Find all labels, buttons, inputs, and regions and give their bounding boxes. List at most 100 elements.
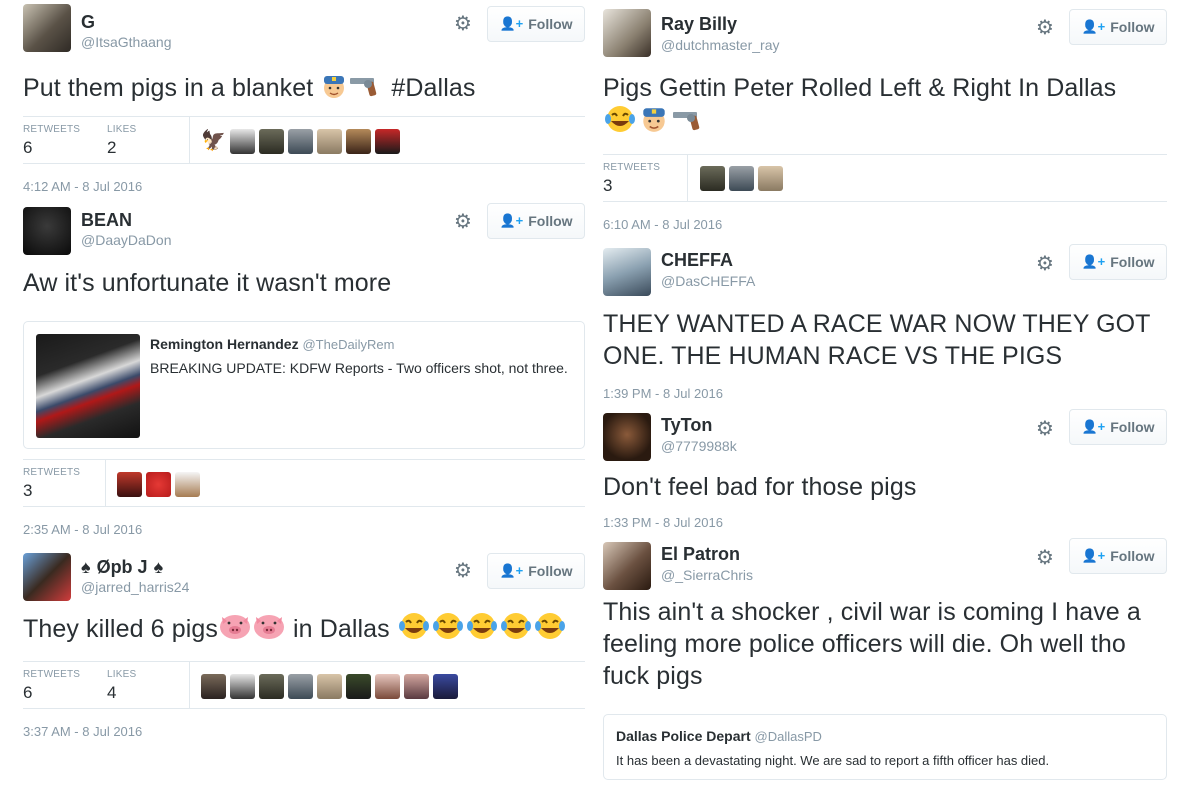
gear-icon[interactable]: ⚙: [1035, 18, 1055, 38]
mini-avatar[interactable]: [259, 674, 284, 699]
mini-avatar[interactable]: [375, 129, 400, 154]
quote-name: Dallas Police Depart: [616, 728, 751, 744]
mini-avatar[interactable]: [700, 166, 725, 191]
avatar[interactable]: [603, 542, 651, 590]
display-name[interactable]: BEAN: [81, 210, 132, 231]
gear-icon[interactable]: ⚙: [453, 561, 473, 581]
mini-avatar[interactable]: [230, 129, 255, 154]
user-handle[interactable]: @dutchmaster_ray: [661, 37, 779, 53]
tweet-text: This ain't a shocker , civil war is comi…: [603, 598, 1141, 690]
avatar[interactable]: [23, 553, 71, 601]
gear-icon[interactable]: ⚙: [453, 212, 473, 232]
follow-label: Follow: [1110, 254, 1155, 270]
mini-avatar[interactable]: [346, 129, 371, 154]
gear-icon[interactable]: ⚙: [1035, 548, 1055, 568]
user-handle[interactable]: @7779988k: [661, 438, 737, 454]
retweet-stat[interactable]: RETWEETS 6: [23, 669, 80, 703]
follow-button[interactable]: 👤+ Follow: [487, 6, 585, 42]
retweet-stat[interactable]: RETWEETS 3: [603, 162, 660, 196]
mini-avatar[interactable]: [758, 166, 783, 191]
mini-avatar[interactable]: [146, 472, 171, 497]
crying-laughing-emoji-row: [397, 613, 567, 643]
person-add-icon: 👤+: [499, 563, 524, 578]
liker-avatars: [201, 674, 458, 699]
follow-button[interactable]: 👤+ Follow: [487, 553, 585, 589]
mini-avatar[interactable]: [729, 166, 754, 191]
tweet-body-cont: in Dallas: [285, 615, 397, 643]
retweet-count: 6: [23, 138, 33, 157]
user-handle[interactable]: @ItsaGthaang: [81, 34, 172, 50]
retweet-stat[interactable]: RETWEETS 3: [23, 467, 80, 501]
like-stat[interactable]: LIKES 2: [107, 124, 136, 158]
tweet-body: Pigs Gettin Peter Rolled Left & Right In…: [603, 74, 1117, 102]
mini-avatar[interactable]: [230, 674, 255, 699]
gear-icon[interactable]: ⚙: [1035, 419, 1055, 439]
like-stat[interactable]: LIKES 4: [107, 669, 136, 703]
retweets-label: RETWEETS: [23, 124, 81, 135]
user-handle[interactable]: @DasCHEFFA: [661, 273, 755, 289]
display-name[interactable]: Ray Billy: [661, 14, 737, 35]
display-name[interactable]: ♠ Øpb J ♠: [81, 557, 163, 578]
spade-icon: ♠: [153, 557, 164, 577]
user-handle[interactable]: @_SierraChris: [661, 567, 753, 583]
divider: [105, 460, 106, 506]
person-add-icon: 👤+: [1081, 19, 1106, 34]
quote-text: It has been a devastating night. We are …: [616, 753, 1050, 768]
timestamp[interactable]: 1:33 PM - 8 Jul 2016: [603, 515, 1167, 530]
follow-button[interactable]: 👤+ Follow: [1069, 9, 1167, 45]
user-handle[interactable]: @DaayDaDon: [81, 232, 171, 248]
avatar[interactable]: [603, 248, 651, 296]
display-name[interactable]: TyTon: [661, 415, 712, 436]
mini-avatar[interactable]: [175, 472, 200, 497]
display-name[interactable]: G: [81, 12, 95, 33]
gear-icon[interactable]: ⚙: [453, 14, 473, 34]
follow-button[interactable]: 👤+ Follow: [1069, 409, 1167, 445]
display-name[interactable]: El Patron: [661, 544, 740, 565]
avatar[interactable]: [23, 207, 71, 255]
tweet-text: THEY WANTED A RACE WAR NOW THEY GOT ONE.…: [603, 310, 1151, 370]
tweet-body: They killed 6 pigs: [23, 615, 218, 643]
mini-avatar[interactable]: [317, 129, 342, 154]
user-handle[interactable]: @jarred_harris24: [81, 579, 189, 595]
mini-avatar[interactable]: [317, 674, 342, 699]
right-column: Ray Billy @dutchmaster_ray ⚙ 👤+ Follow Pi…: [603, 0, 1167, 780]
likes-label: LIKES: [107, 124, 137, 135]
tweet-itsagthaang: G @ItsaGthaang ⚙ 👤+ Follow Put them pigs …: [23, 0, 585, 194]
quoted-tweet[interactable]: Dallas Police Depart @DallasPD It has be…: [603, 714, 1167, 780]
follow-button[interactable]: 👤+ Follow: [1069, 538, 1167, 574]
timestamp[interactable]: 1:39 PM - 8 Jul 2016: [603, 386, 1167, 401]
follow-button[interactable]: 👤+ Follow: [1069, 244, 1167, 280]
mini-avatar[interactable]: [288, 674, 313, 699]
timestamp[interactable]: 2:35 AM - 8 Jul 2016: [23, 522, 585, 537]
pistol-emoji: [348, 72, 384, 108]
avatar[interactable]: [603, 413, 651, 461]
timestamp[interactable]: 3:37 AM - 8 Jul 2016: [23, 724, 585, 739]
retweet-stat[interactable]: RETWEETS 6: [23, 124, 80, 158]
mini-avatar[interactable]: [375, 674, 400, 699]
mini-avatar[interactable]: [117, 472, 142, 497]
avatar[interactable]: [23, 4, 71, 52]
hashtag-dallas[interactable]: #Dallas: [391, 74, 475, 102]
gear-icon[interactable]: ⚙: [1035, 254, 1055, 274]
follow-label: Follow: [528, 213, 573, 229]
mini-avatar[interactable]: 🦅: [201, 129, 226, 154]
display-name[interactable]: CHEFFA: [661, 250, 733, 271]
quoted-tweet[interactable]: Remington Hernandez @TheDailyRem BREAKIN…: [23, 321, 585, 449]
quote-name: Remington Hernandez: [150, 336, 299, 352]
retweeter-avatars: [117, 472, 200, 497]
mini-avatar[interactable]: [404, 674, 429, 699]
mini-avatar[interactable]: [288, 129, 313, 154]
quote-thumbnail: [36, 334, 140, 438]
pig-face-emoji: [218, 611, 252, 649]
timestamp[interactable]: 6:10 AM - 8 Jul 2016: [603, 217, 1167, 232]
tweet-text: Aw it's unfortunate it wasn't more: [23, 269, 392, 297]
avatar[interactable]: [603, 9, 651, 57]
mini-avatar[interactable]: [433, 674, 458, 699]
mini-avatar[interactable]: [201, 674, 226, 699]
timestamp[interactable]: 4:12 AM - 8 Jul 2016: [23, 179, 585, 194]
mini-avatar[interactable]: [346, 674, 371, 699]
follow-button[interactable]: 👤+ Follow: [487, 203, 585, 239]
tweet-sierrachris: El Patron @_SierraChris ⚙ 👤+ Follow This …: [603, 536, 1167, 780]
mini-avatar[interactable]: [259, 129, 284, 154]
retweet-count: 3: [603, 176, 613, 195]
